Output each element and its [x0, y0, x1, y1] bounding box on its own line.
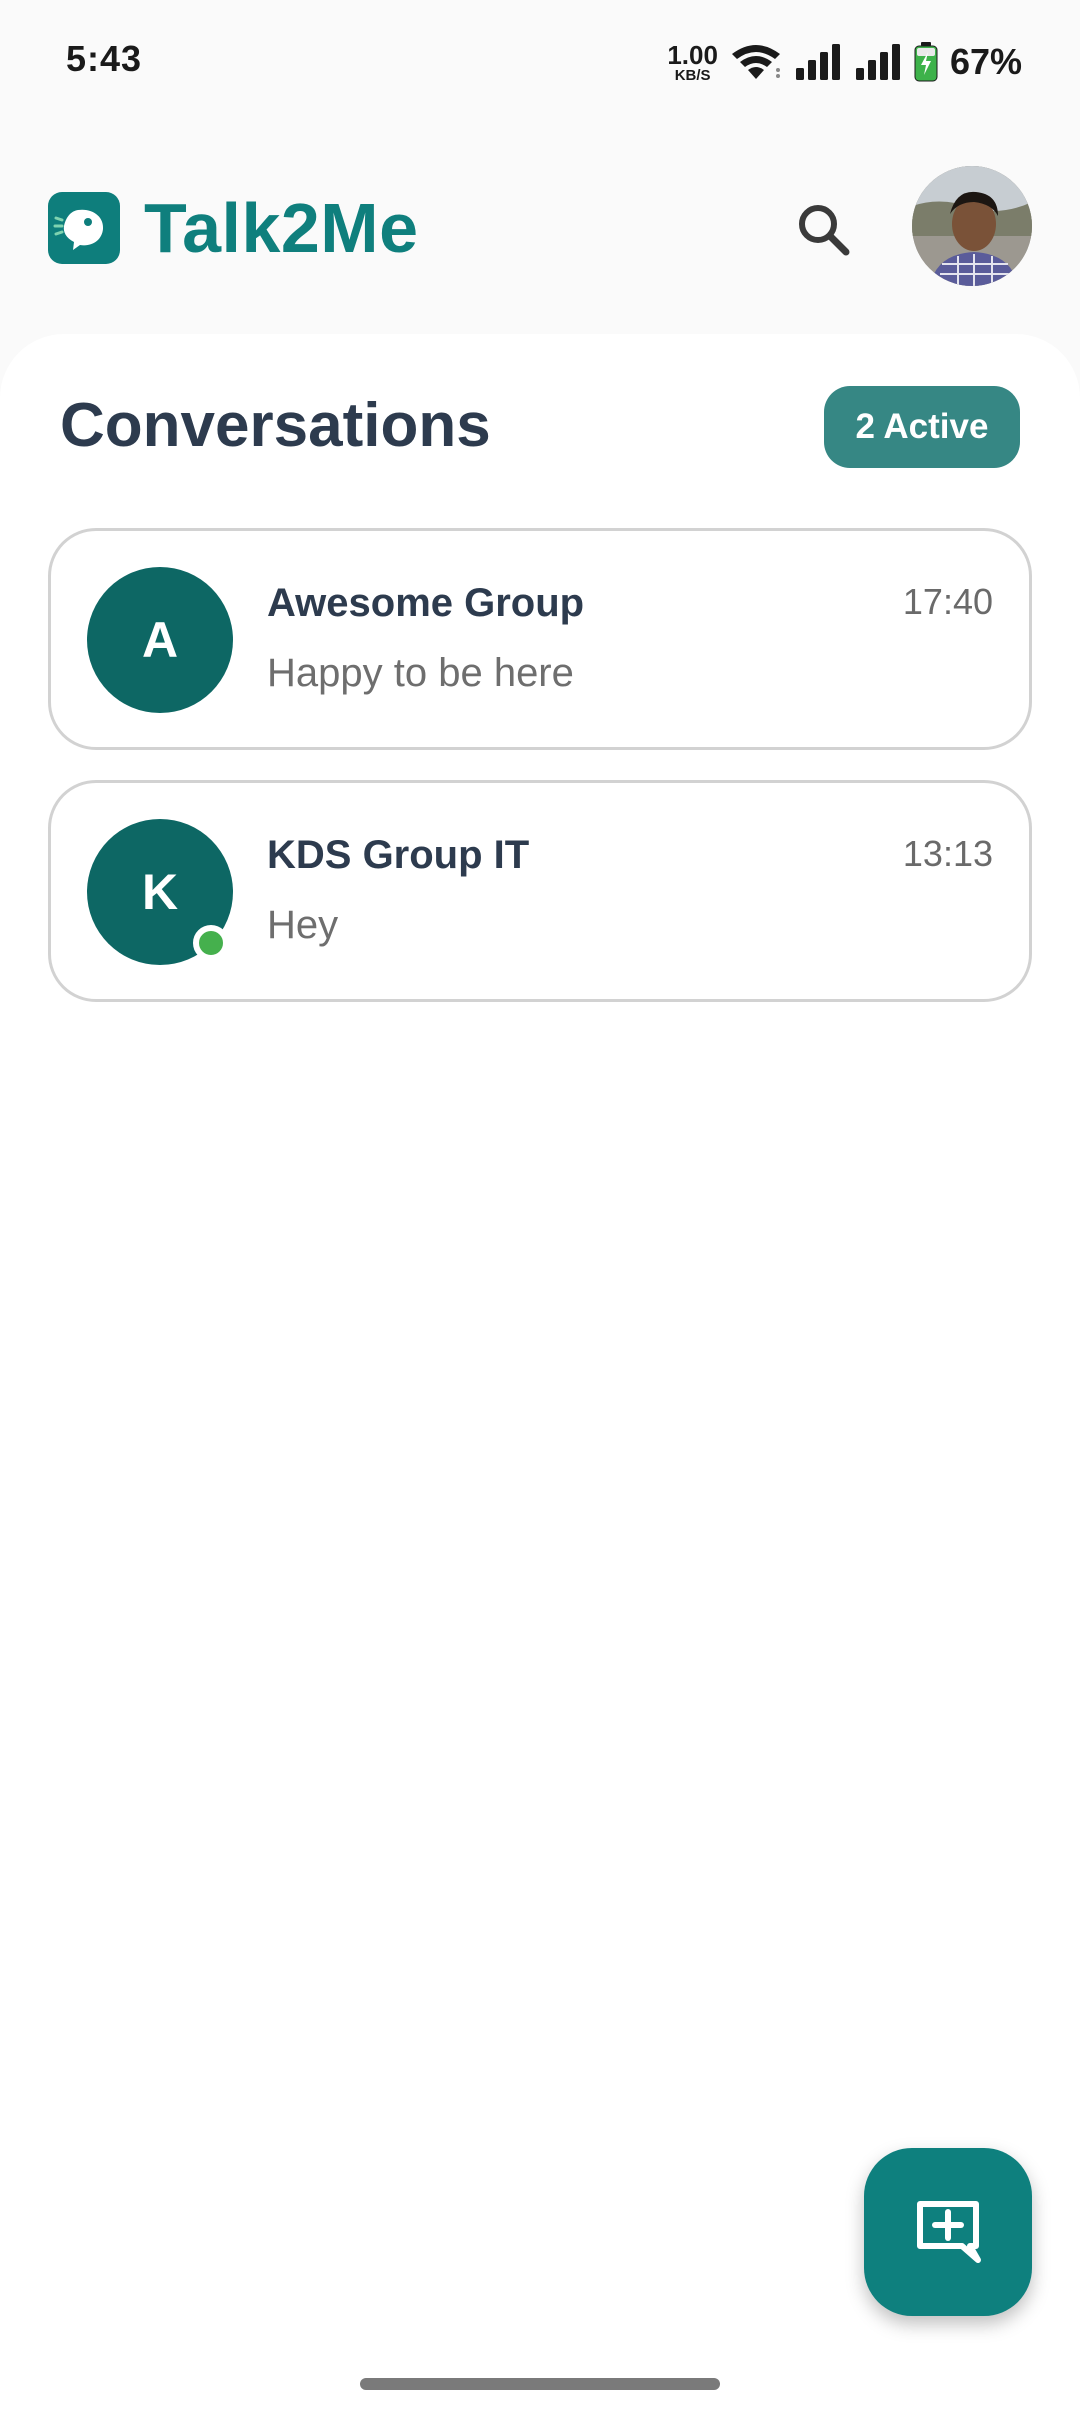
app-title: Talk2Me [144, 189, 419, 267]
conversation-avatar: A [87, 567, 233, 713]
online-status-indicator [193, 925, 229, 961]
conversation-name: Awesome Group [267, 581, 585, 625]
network-speed-unit: KB/S [674, 66, 711, 84]
conversation-time: 13:13 [902, 833, 993, 874]
home-indicator[interactable] [360, 2378, 720, 2390]
conversations-panel: Conversations 2 Active A Awesome Group 1… [0, 334, 1080, 2412]
active-count-badge: 2 Active [824, 386, 1020, 468]
network-speed: 1.00 KB/S [667, 42, 718, 83]
new-chat-icon [917, 2201, 981, 2263]
search-icon [799, 205, 850, 256]
conversation-preview: Happy to be here [267, 651, 574, 695]
conversation-avatar-initial: K [141, 864, 179, 920]
conversation-item[interactable]: A Awesome Group 17:40 Happy to be here [48, 528, 1032, 750]
conversation-name: KDS Group IT [267, 833, 530, 877]
conversation-item[interactable]: K KDS Group IT 13:13 Hey [48, 780, 1032, 1002]
battery-charging-icon [914, 42, 938, 82]
search-button[interactable] [790, 196, 858, 264]
battery-percent: 67% [949, 41, 1022, 82]
wifi-icon [731, 45, 780, 79]
avatar[interactable] [912, 166, 1032, 286]
status-time: 5:43 [66, 38, 143, 79]
conversation-avatar-initial: A [141, 612, 179, 668]
chat-bubble-logo-icon [48, 192, 120, 264]
screen: 5:43 1.00 KB/S 67% Talk2Me Conversations… [0, 0, 1080, 2412]
app-header: Talk2Me [0, 150, 1080, 310]
section-title: Conversations [60, 391, 491, 460]
new-chat-button[interactable] [864, 2148, 1032, 2316]
status-bar: 5:43 1.00 KB/S 67% [0, 0, 1080, 124]
signal-icon [795, 44, 840, 80]
conversation-time: 17:40 [902, 581, 993, 622]
conversation-preview: Hey [267, 903, 339, 947]
signal-icon [855, 44, 900, 80]
conversation-list: A Awesome Group 17:40 Happy to be here K… [48, 528, 1032, 1032]
status-icons: 1.00 KB/S 67% [667, 34, 1022, 90]
network-speed-value: 1.00 [667, 39, 718, 70]
